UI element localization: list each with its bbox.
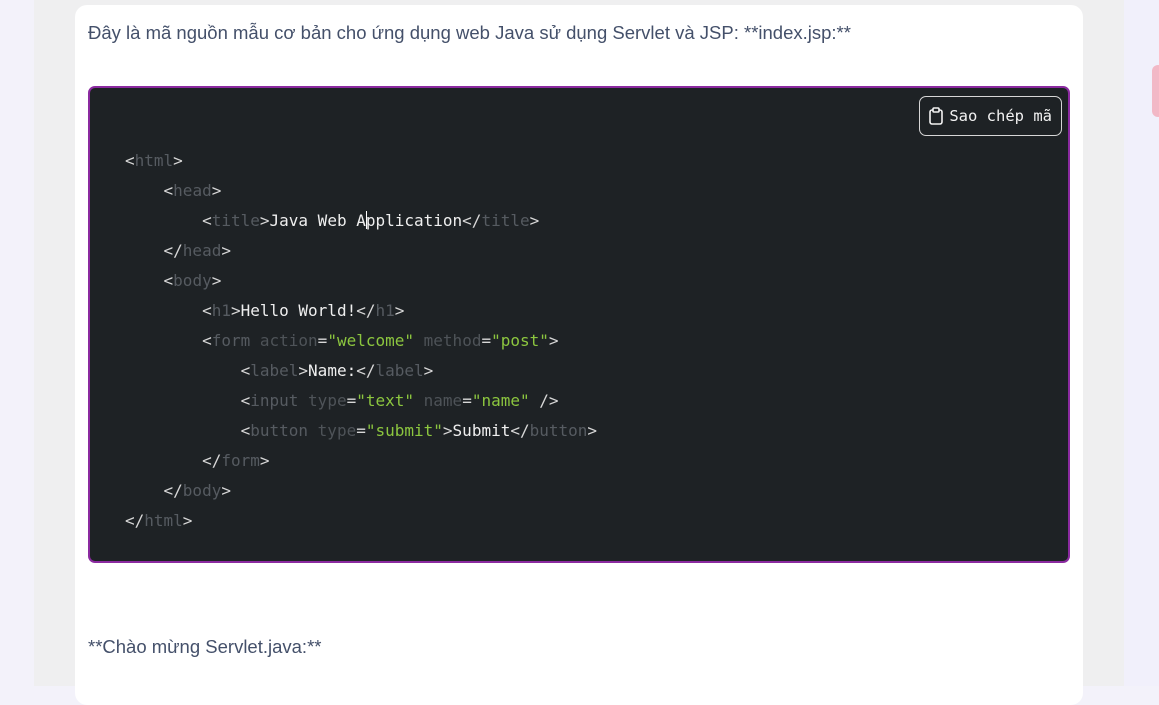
code-line: <button type="submit">Submit</button> [240,421,598,440]
side-tab[interactable] [1152,65,1159,117]
code-line: <h1>Hello World!</h1> [202,301,405,320]
code-line: </form> [202,451,270,470]
copy-code-label: Sao chép mã [949,107,1052,125]
code-line: <title>Java Web Application</title> [202,211,540,230]
code-line: <html> [125,151,183,170]
copy-code-button[interactable]: Sao chép mã [919,96,1062,136]
code-line: </body> [163,481,231,500]
code-line: <input type="text" name="name" /> [240,391,559,410]
code-block: Sao chép mã <html> <head> <title>Java We… [88,86,1070,563]
intro-text: Đây là mã nguồn mẫu cơ bản cho ứng dụng … [88,22,851,43]
code-line: <body> [163,271,222,290]
code-line: </html> [125,511,193,530]
left-strip [0,0,34,686]
code-content: <html> <head> <title>Java Web Applicatio… [125,146,597,536]
code-line: </head> [163,241,231,260]
code-line: <label>Name:</label> [240,361,434,380]
code-line: <form action="welcome" method="post"> [202,331,559,350]
clipboard-icon [929,107,944,125]
servlet-heading-text: **Chào mừng Servlet.java:** [88,636,322,657]
code-line: <head> [163,181,222,200]
